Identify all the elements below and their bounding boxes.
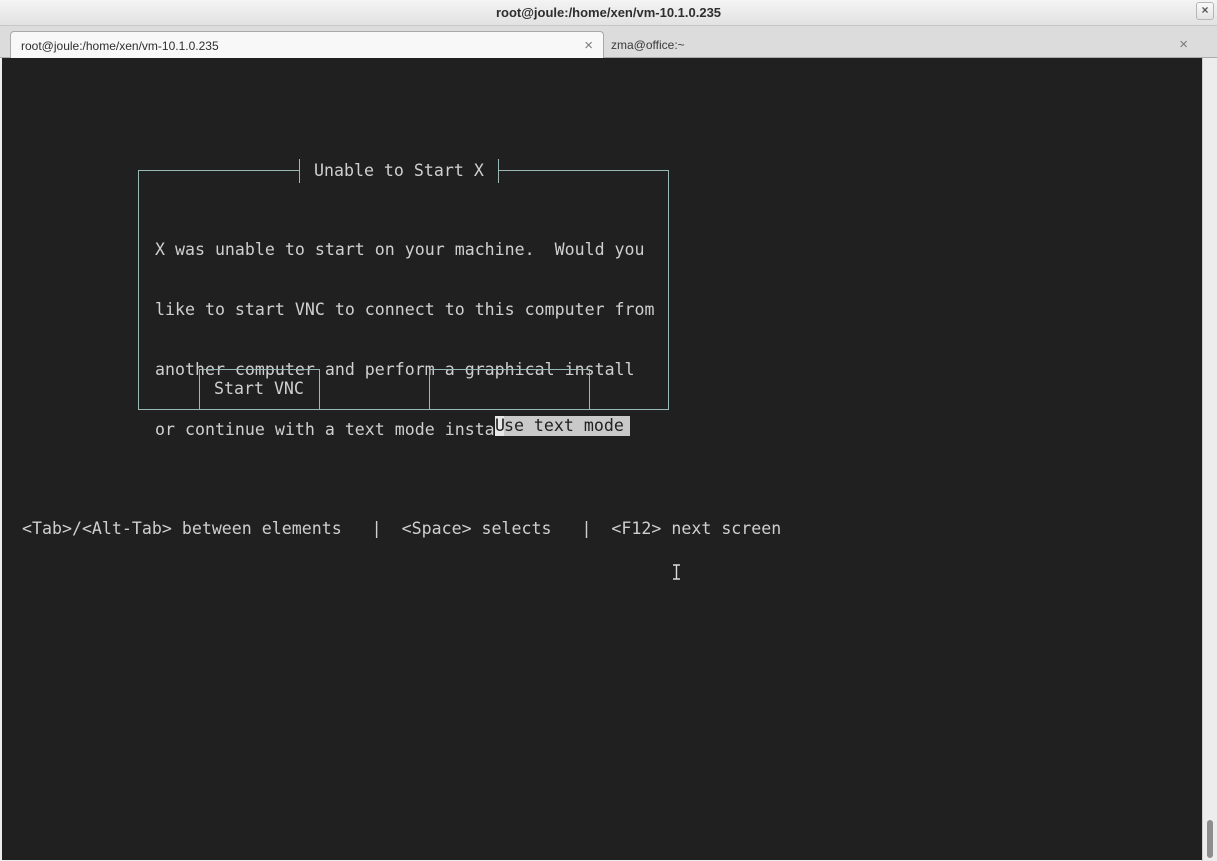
start-vnc-button[interactable]: Start VNC: [199, 369, 320, 410]
dialog-title: Unable to Start X: [299, 159, 499, 183]
window-title: root@joule:/home/xen/vm-10.1.0.235: [495, 5, 722, 20]
message-line: X was unable to start on your machine. W…: [155, 240, 645, 259]
tab-label: root@joule:/home/xen/vm-10.1.0.235: [21, 39, 219, 53]
unable-to-start-x-dialog: Unable to Start X X was unable to start …: [138, 159, 669, 439]
tab-close-icon[interactable]: ×: [1179, 36, 1188, 53]
tab-zma-office[interactable]: zma@office:~ ×: [604, 31, 1198, 58]
use-text-mode-button[interactable]: Use text mode: [429, 369, 630, 436]
button-label: se text mode: [503, 416, 624, 435]
scrollbar-thumb[interactable]: [1207, 820, 1213, 858]
terminal-screen[interactable]: Unable to Start X X was unable to start …: [2, 58, 1202, 860]
tab-label: zma@office:~: [611, 38, 685, 52]
help-line: <Tab>/<Alt-Tab> between elements | <Spac…: [22, 519, 782, 538]
tab-close-icon[interactable]: ×: [584, 37, 593, 54]
terminal-scrollbar[interactable]: [1202, 58, 1217, 861]
window-close-button[interactable]: ×: [1196, 2, 1214, 20]
message-line: like to start VNC to connect to this com…: [155, 300, 655, 319]
window-titlebar: root@joule:/home/xen/vm-10.1.0.235 ×: [0, 0, 1217, 26]
text-cursor-icon: [673, 564, 680, 580]
selected-label: Use text mode: [494, 416, 630, 436]
text-cursor-block: U: [494, 416, 505, 436]
tab-root-joule[interactable]: root@joule:/home/xen/vm-10.1.0.235 ×: [10, 31, 604, 58]
tab-bar: root@joule:/home/xen/vm-10.1.0.235 × zma…: [0, 26, 1217, 58]
